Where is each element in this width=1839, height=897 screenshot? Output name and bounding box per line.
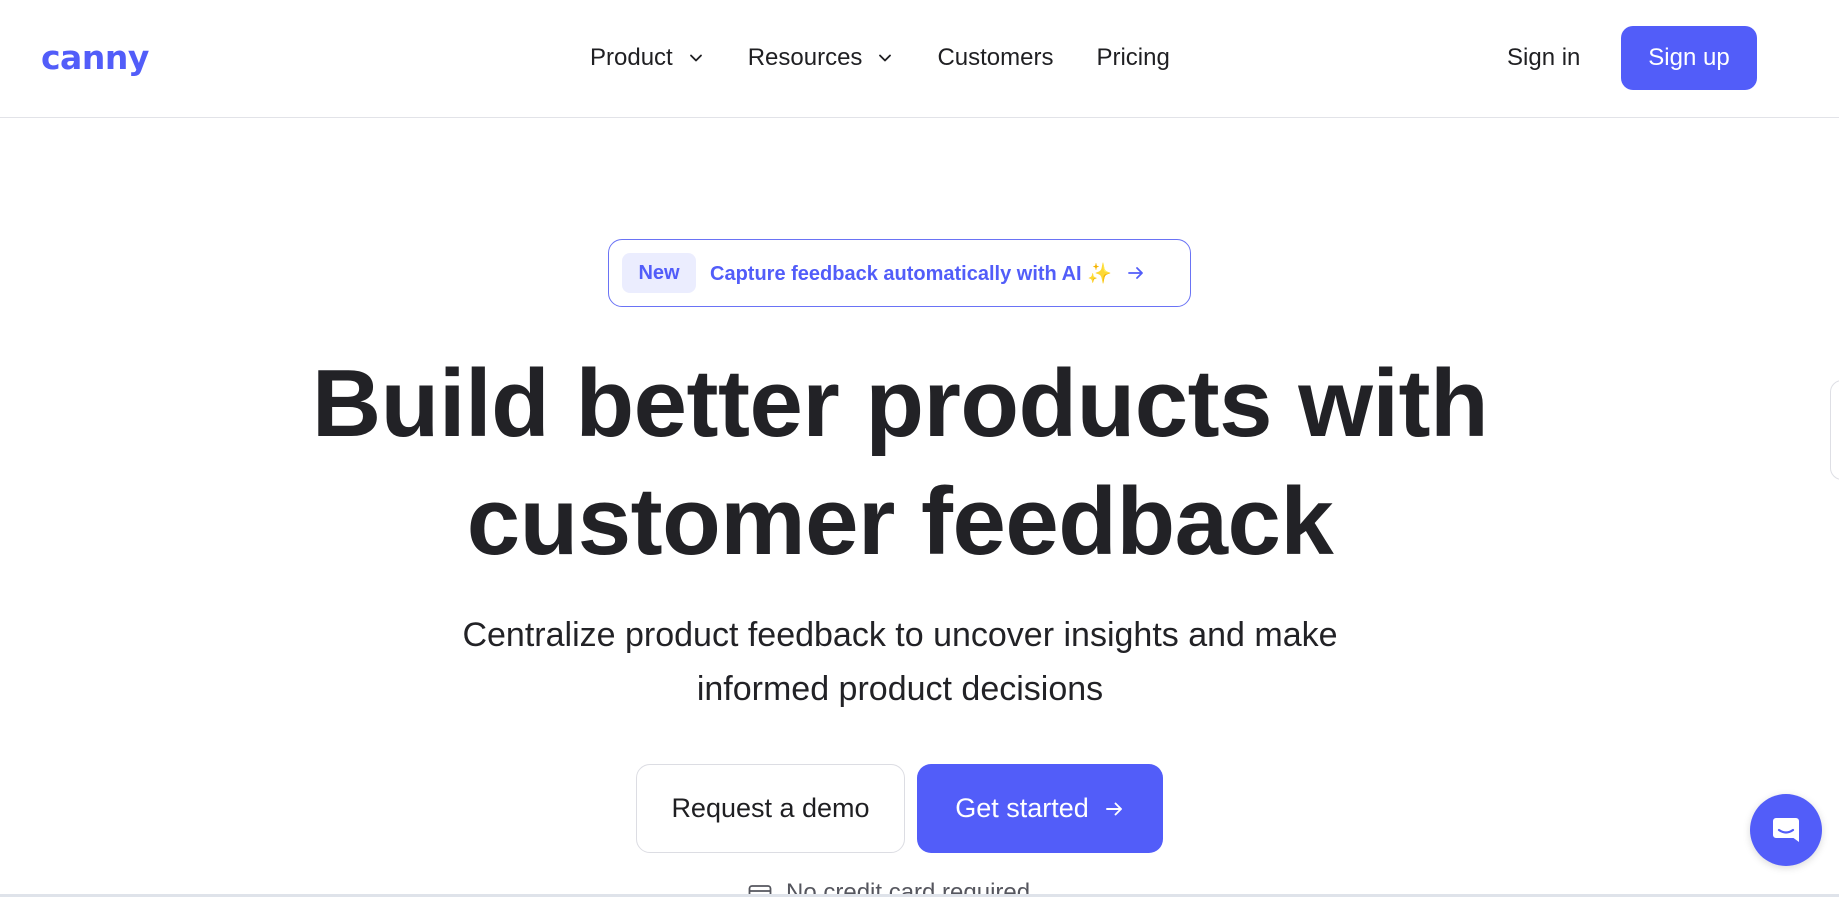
- nav-item-resources[interactable]: Resources: [748, 38, 895, 78]
- nav-item-label: Resources: [747, 44, 863, 71]
- nav-item-label: Customers: [937, 44, 1054, 71]
- chevron-down-icon: [689, 54, 702, 62]
- nav-item-label: Product: [590, 44, 673, 71]
- chevron-down-icon: [879, 54, 892, 62]
- nav-item-customers[interactable]: Customers: [937, 38, 1053, 78]
- chat-launcher-button[interactable]: [1750, 794, 1822, 866]
- new-badge: New: [622, 253, 696, 293]
- arrow-right-icon: [1128, 267, 1143, 279]
- hero-subheading: Centralize product feedback to uncover i…: [380, 608, 1420, 716]
- logo[interactable]: canny: [41, 38, 149, 78]
- chat-bubble-icon: [1773, 818, 1799, 842]
- get-started-button[interactable]: Get started: [917, 764, 1163, 853]
- nav-item-label: Pricing: [1096, 44, 1170, 71]
- headline-line-2: customer feedback: [466, 468, 1334, 575]
- subhead-line-2: informed product decisions: [696, 670, 1104, 708]
- announcement-text: Capture feedback automatically with AI ✨: [710, 262, 1113, 285]
- subhead-line-1: Centralize product feedback to uncover i…: [462, 616, 1338, 654]
- page: canny Product Resources Customers Pricin…: [0, 0, 1839, 897]
- arrow-right-icon: [1105, 802, 1122, 815]
- main-nav: Product Resources Customers Pricing: [590, 38, 1170, 78]
- side-panel-edge[interactable]: [1830, 380, 1839, 480]
- request-demo-button[interactable]: Request a demo: [636, 764, 905, 853]
- sign-in-link[interactable]: Sign in: [1507, 38, 1580, 78]
- announcement-pill[interactable]: New Capture feedback automatically with …: [608, 239, 1191, 307]
- hero-headline: Build better products with customer feed…: [220, 345, 1580, 581]
- sign-up-button[interactable]: Sign up: [1621, 26, 1757, 90]
- request-demo-label: Request a demo: [671, 793, 870, 823]
- get-started-label: Get started: [955, 793, 1089, 823]
- headline-line-1: Build better products with: [311, 350, 1489, 457]
- nav-item-pricing[interactable]: Pricing: [1096, 38, 1169, 78]
- site-header: canny Product Resources Customers Pricin…: [0, 0, 1839, 118]
- nav-item-product[interactable]: Product: [590, 38, 705, 78]
